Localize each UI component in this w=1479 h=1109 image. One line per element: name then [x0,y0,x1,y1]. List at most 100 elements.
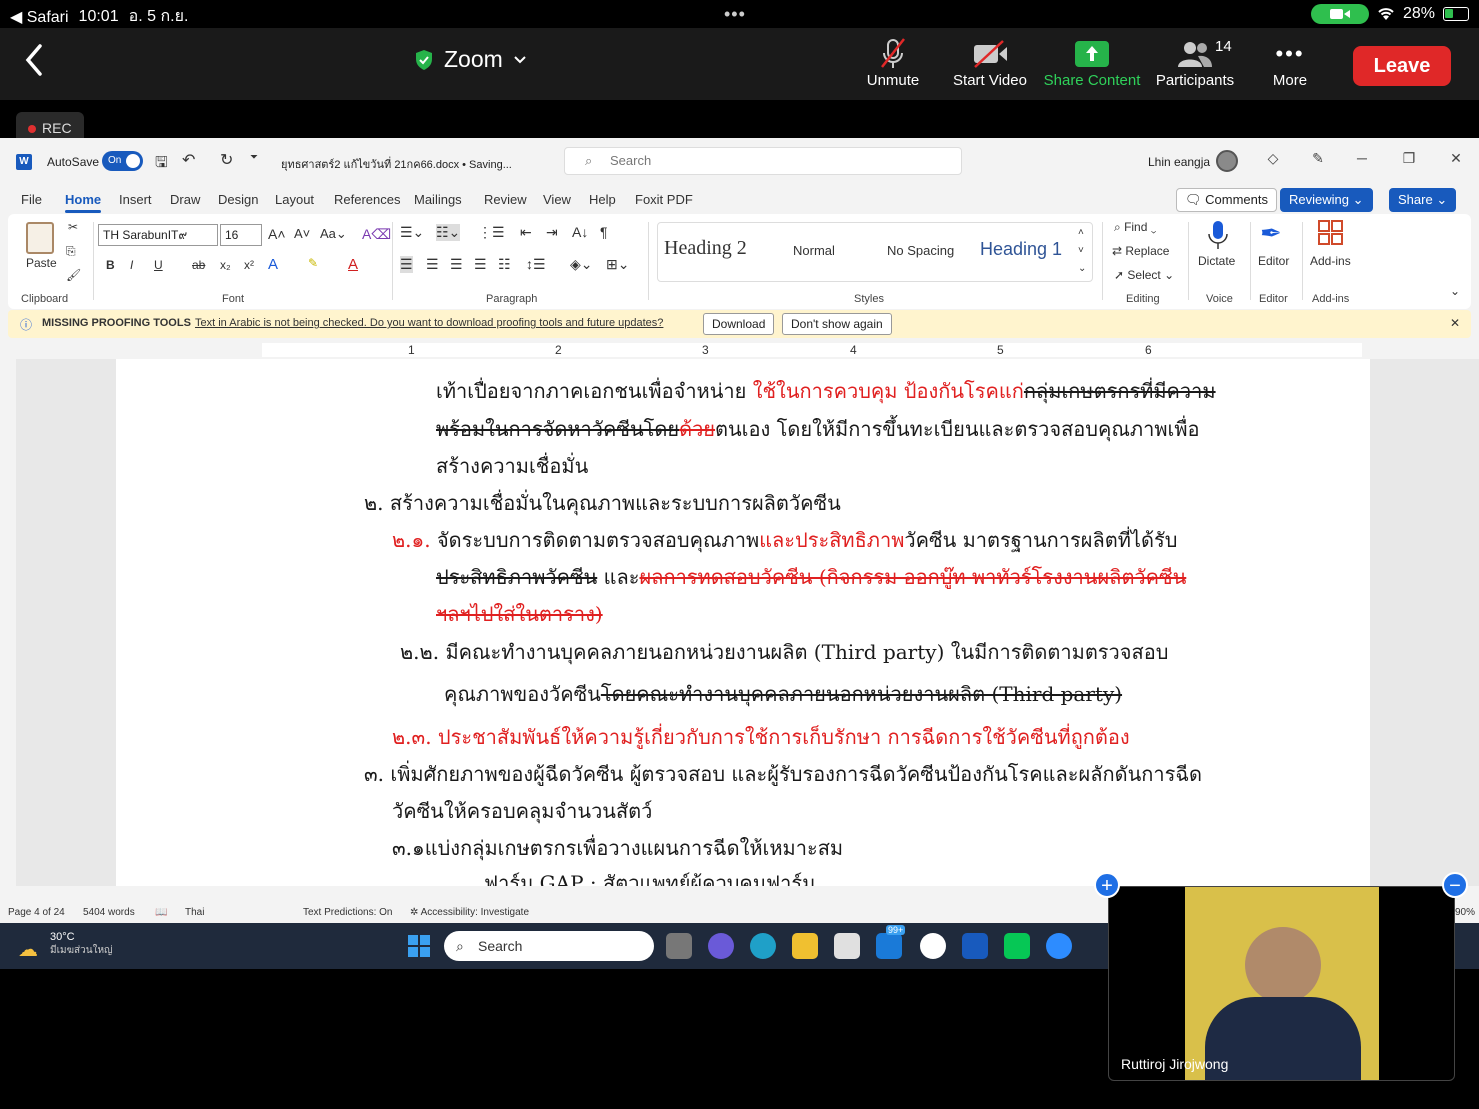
doc-line[interactable]: ๓. เพิ่มศักยภาพของผู้ฉีดวัคซีน ผู้ตรวจสอ… [364,758,1202,790]
replace-button[interactable]: ⇄ Replace [1112,244,1169,258]
sort-icon[interactable]: A↓ [572,224,588,240]
editor-pen-icon[interactable]: ✒ [1260,218,1282,249]
redo-icon[interactable]: ↻ [220,150,233,170]
shrink-font-icon[interactable]: A˅ [294,226,310,241]
clear-formatting-icon[interactable]: A⌫ [362,226,391,243]
doc-line[interactable]: ๓.๑แบ่งกลุ่มเกษตรกรเพื่อวางแผนการฉีดให้เ… [392,832,843,864]
close-icon[interactable]: ✕ [1446,150,1466,167]
tab-insert[interactable]: Insert [119,192,152,207]
tab-design[interactable]: Design [218,192,258,207]
grow-font-icon[interactable]: A˄ [268,226,286,242]
doc-line[interactable]: คุณภาพของวัคซีนโดยคณะทำงานบุคคลภายนอกหน่… [444,678,1122,710]
copy-icon[interactable]: ⎘ [66,244,76,259]
pen-icon[interactable]: ✎ [1308,150,1328,167]
more-button[interactable]: ••• More [1240,36,1340,89]
doc-line[interactable]: ๒. สร้างความเชื่อมั่นในคุณภาพและระบบการผ… [364,487,841,519]
style-no-spacing[interactable]: No Spacing [887,243,954,258]
borders-icon[interactable]: ⊞⌄ [606,256,629,273]
leave-button[interactable]: Leave [1353,46,1451,86]
doc-line[interactable]: ฟาร์ม GAP : สัตวแพทย์ผู้ควบคุมฟาร์ม [484,867,815,886]
avatar[interactable] [1216,150,1238,172]
style-normal[interactable]: Normal [793,243,835,258]
style-heading-1[interactable]: Heading 1 [980,239,1062,260]
find-button[interactable]: ⌕ Find ⌄ [1114,220,1156,235]
zoom-app-icon[interactable] [1046,933,1072,959]
task-view-icon[interactable] [666,933,692,959]
italic-button[interactable]: I [130,258,133,272]
styles-expand-icon[interactable]: ⌄ [1078,263,1086,274]
doc-line[interactable]: วัคซีนให้ครอบคลุมจำนวนสัตว์ [392,795,652,827]
minimize-icon[interactable]: ─ [1352,150,1372,166]
teamviewer-icon[interactable] [920,933,946,959]
doc-line[interactable]: เท้าเปื่อยจากภาคเอกชนเพื่อจำหน่าย ใช้ในก… [436,375,1216,407]
zoom-percent[interactable]: 90% [1455,907,1475,918]
format-painter-icon[interactable]: 🖌 [66,268,81,282]
language[interactable]: Thai [185,907,204,918]
autosave-toggle[interactable]: On [102,151,143,171]
search-box[interactable]: ⌕ Search [564,147,962,175]
document-canvas[interactable]: เท้าเปื่อยจากภาคเอกชนเพื่อจำหน่าย ใช้ในก… [0,359,1479,886]
customize-toolbar-icon[interactable]: ⏷ [250,152,258,163]
distribute-icon[interactable]: ☷ [498,256,511,273]
tab-file[interactable]: File [21,192,42,207]
proofing-icon[interactable]: 📖 [155,907,167,918]
doc-line[interactable]: พร้อมในการจัดหาวัคซีนโดยด้วยตนเอง โดยให้… [436,413,1200,445]
taskbar-search[interactable]: ⌕ Search [444,931,654,961]
editor-button[interactable]: Editor [1258,254,1289,268]
restore-icon[interactable]: ❐ [1399,150,1419,167]
style-heading-2[interactable]: Heading 2 [664,237,747,260]
subscript-button[interactable]: x₂ [220,258,231,272]
document-filename[interactable]: ยุทธศาสตร์2 แก้ไขวันที่ 21กค66.docx • Sa… [281,155,512,173]
reviewing-button[interactable]: Reviewing ⌄ [1280,188,1373,212]
edge-icon[interactable] [750,933,776,959]
collapse-ribbon-icon[interactable]: ⌄ [1450,284,1460,298]
participants-button[interactable]: 14 Participants [1145,36,1245,89]
numbering-icon[interactable]: ☷⌄ [436,224,461,241]
addins-button[interactable]: Add-ins [1310,254,1351,268]
justify-icon[interactable]: ☰ [474,256,487,273]
cut-icon[interactable]: ✂ [68,220,78,234]
bold-button[interactable]: B [106,258,115,272]
underline-button[interactable]: U [154,258,163,272]
font-size-select[interactable]: 16 [220,224,262,246]
video-plus-icon[interactable]: + [1094,872,1120,898]
teams-chat-icon[interactable] [708,933,734,959]
download-button[interactable]: Download [703,313,775,335]
font-name-select[interactable]: TH SarabunIT๙ [98,224,218,246]
meeting-title[interactable]: Zoom [414,46,527,73]
align-left-icon[interactable]: ☰ [400,256,413,273]
text-predictions[interactable]: Text Predictions: On [303,907,392,918]
tab-foxit-pdf[interactable]: Foxit PDF [635,192,693,207]
unmute-button[interactable]: Unmute [843,36,943,89]
strikethrough-button[interactable]: ab [192,258,205,272]
undo-icon[interactable]: ↶ [182,150,195,170]
align-right-icon[interactable]: ☰ [450,256,463,273]
document-page[interactable]: เท้าเปื่อยจากภาคเอกชนเพื่อจำหน่าย ใช้ในก… [116,359,1370,886]
paste-button[interactable]: Paste [26,256,57,270]
tab-home[interactable]: Home [65,192,102,213]
tab-layout[interactable]: Layout [275,192,314,207]
save-icon[interactable]: 🖫 [155,152,168,177]
align-center-icon[interactable]: ☰ [426,256,439,273]
infobar-message-link[interactable]: Text in Arabic is not being checked. Do … [195,317,663,329]
multitask-dots-icon[interactable]: ••• [724,4,746,25]
tab-draw[interactable]: Draw [170,192,200,207]
decrease-indent-icon[interactable]: ⇤ [520,224,532,241]
doc-line[interactable]: ๒.๒. มีคณะทำงานบุคคลภายนอกหน่วยงานผลิต (… [400,636,1168,668]
highlight-icon[interactable]: ✎ [308,256,318,270]
word-count[interactable]: 5404 words [83,907,135,918]
bullets-icon[interactable]: ☰⌄ [400,224,424,241]
doc-line[interactable]: ฯลฯไปใส่ในตาราง) [436,598,603,630]
tab-references[interactable]: References [334,192,400,207]
doc-line[interactable]: ๒.๓. ประชาสัมพันธ์ให้ความรู้เกี่ยวกับการ… [392,721,1130,753]
video-minus-icon[interactable]: − [1442,872,1468,898]
infobar-close-icon[interactable]: ✕ [1450,316,1460,330]
microphone-icon[interactable] [1208,220,1228,250]
share-button[interactable]: Share ⌄ [1389,188,1457,212]
tab-view[interactable]: View [543,192,571,207]
horizontal-ruler[interactable]: 1 2 3 4 5 6 [0,341,1479,359]
increase-indent-icon[interactable]: ⇥ [546,224,558,241]
file-explorer-icon[interactable] [792,933,818,959]
back-chevron-icon[interactable] [20,42,50,78]
page-count[interactable]: Page 4 of 24 [8,907,65,918]
